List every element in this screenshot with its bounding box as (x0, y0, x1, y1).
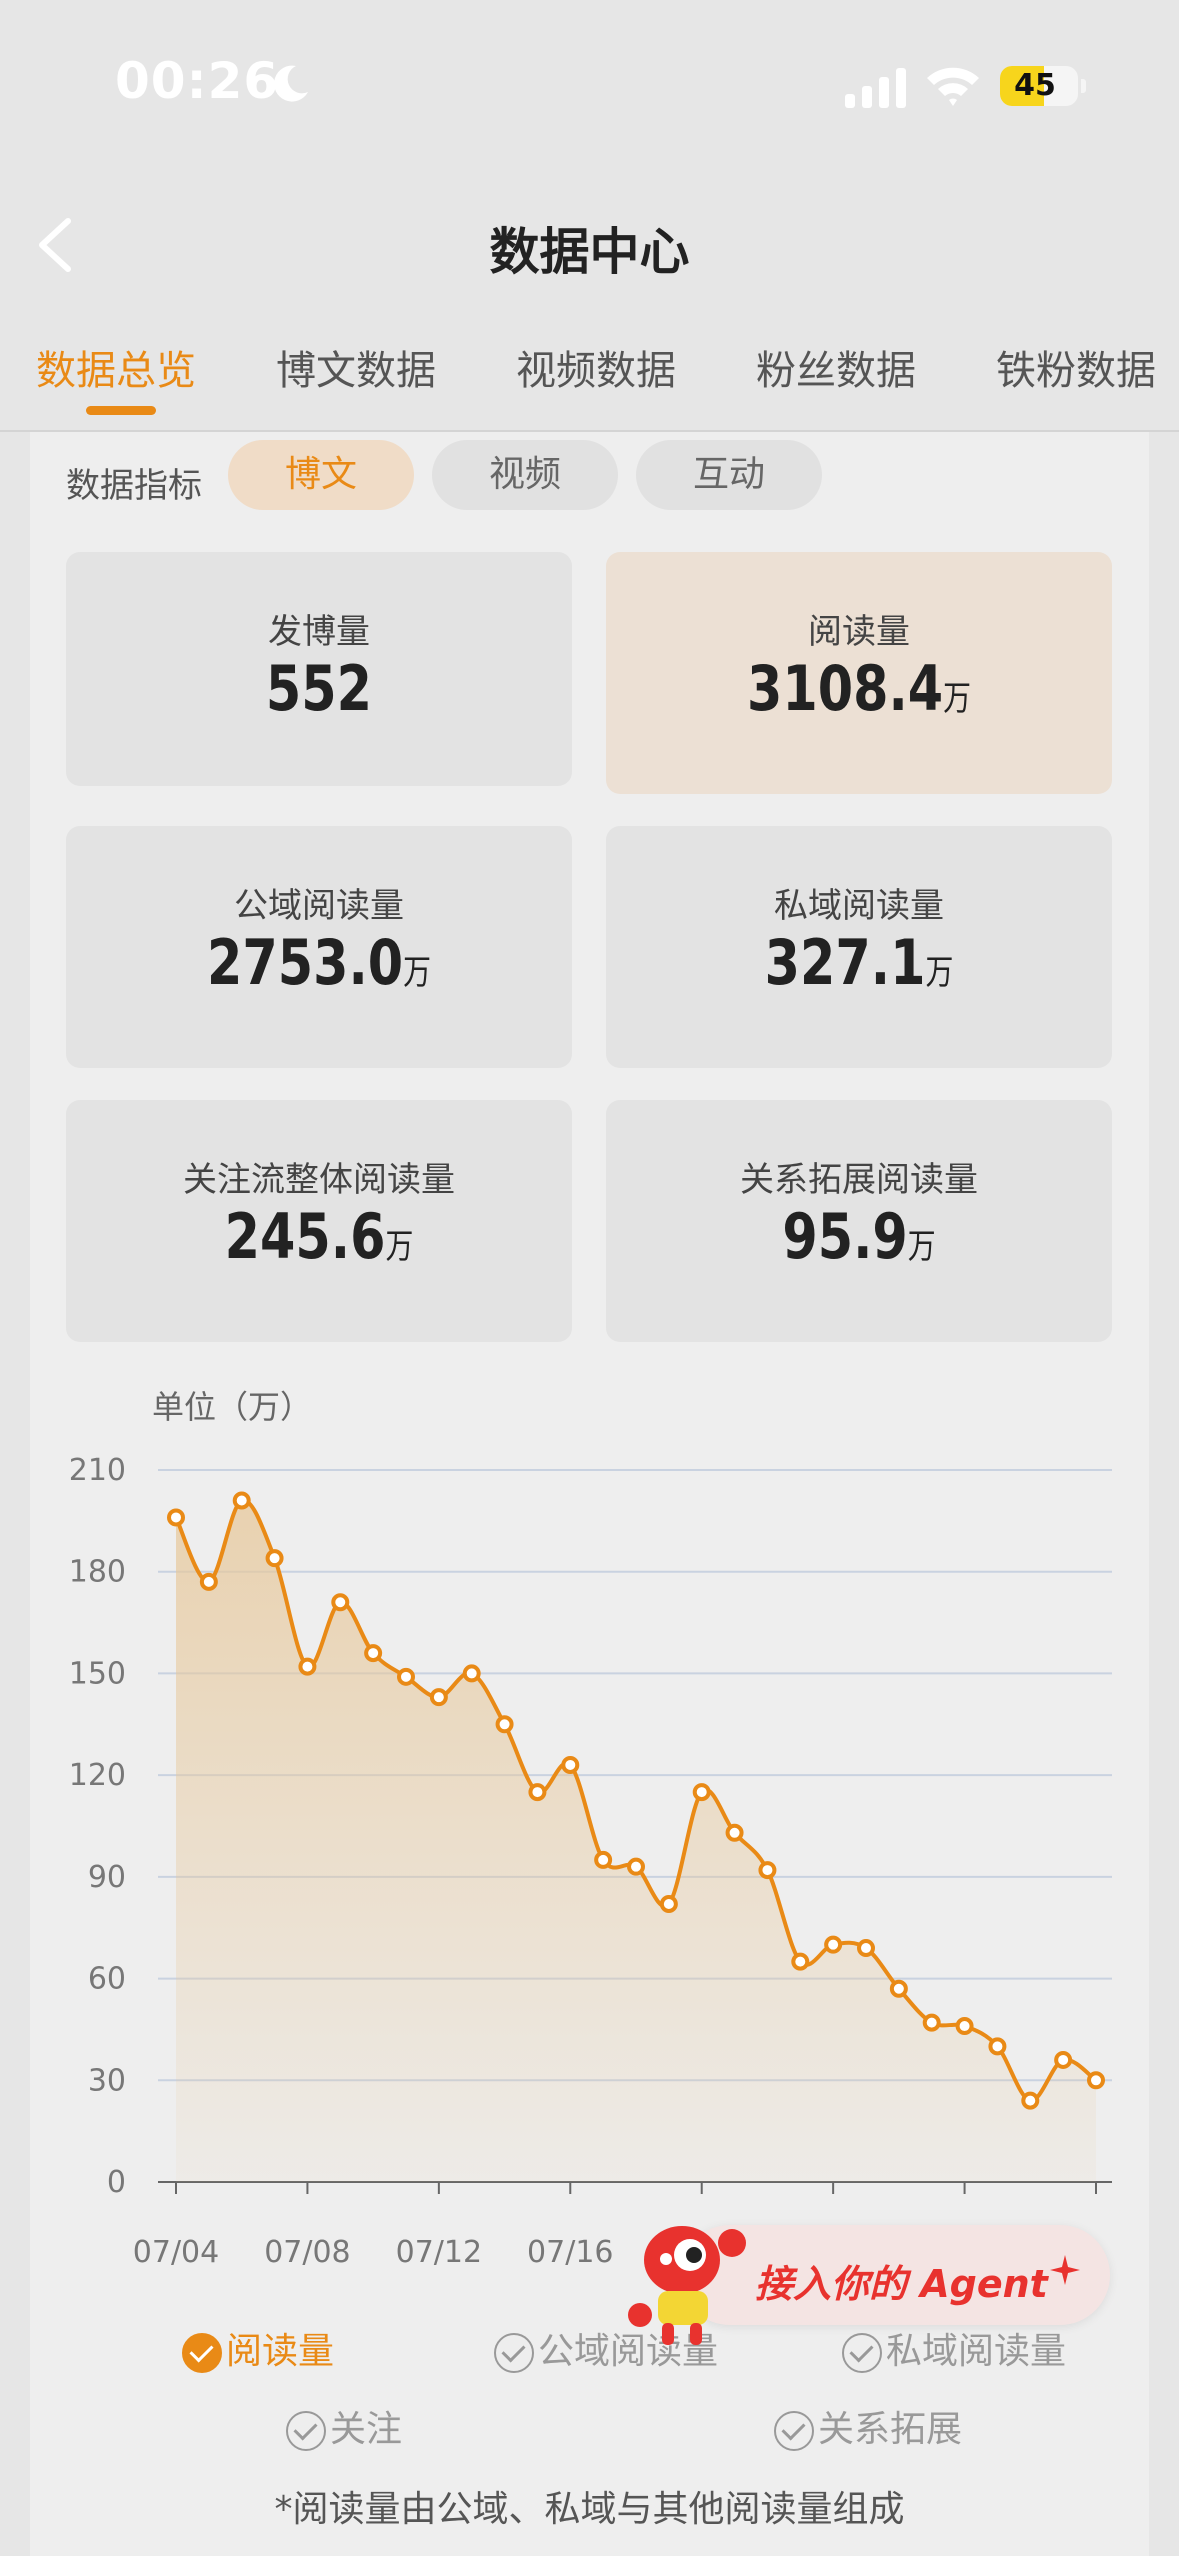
chart-y-axis: 0 30 60 90 120 150 180 210 (69, 1453, 126, 2200)
battery-indicator: 45 (1000, 66, 1086, 106)
legend-follow[interactable]: 关注 (286, 2400, 402, 2452)
chart-data-point[interactable] (232, 1491, 251, 1510)
x-tick-label: 07/08 (264, 2235, 350, 2270)
footnote: *阅读量由公域、私域与其他阅读量组成 (274, 2489, 905, 2530)
y-tick-label: 30 (88, 2063, 126, 2098)
y-tick-label: 120 (69, 1758, 126, 1793)
chart-data-point[interactable] (167, 1508, 185, 1527)
stat-card-value: 552 (265, 652, 373, 725)
y-tick-label: 0 (107, 2165, 126, 2200)
chart-data-point[interactable] (364, 1644, 383, 1663)
chart-data-point[interactable] (528, 1783, 547, 1802)
checkbox-icon (494, 2333, 534, 2373)
stat-card-label: 阅读量 (808, 612, 910, 652)
legend-relation[interactable]: 关系拓展 (774, 2400, 962, 2452)
y-tick-label: 180 (69, 1555, 126, 1590)
stat-card-label: 公域阅读量 (234, 886, 404, 926)
chart-data-point[interactable] (988, 2037, 1007, 2056)
chart-data-point[interactable] (857, 1939, 875, 1958)
chart-data-point[interactable] (1087, 2071, 1105, 2090)
chart-data-point[interactable] (1054, 2050, 1073, 2069)
chart-data-point[interactable] (659, 1894, 678, 1913)
y-tick-label: 90 (88, 1860, 126, 1895)
stat-card-public-reads[interactable]: 公域阅读量 2753.0万 (66, 826, 572, 1068)
tab-fans-data[interactable]: 粉丝数据 (756, 338, 916, 396)
checkbox-icon (774, 2411, 814, 2451)
stat-card-posts[interactable]: 发博量 552 (66, 552, 572, 786)
status-time: 00:26 (115, 52, 280, 110)
chart-data-point[interactable] (955, 2017, 974, 2036)
chart-unit-label: 单位（万） (152, 1388, 312, 1426)
chart-data-point[interactable] (495, 1715, 514, 1734)
chart-data-point[interactable] (462, 1664, 481, 1683)
chart-data-point[interactable] (397, 1667, 415, 1686)
stat-card-follow-feed-reads[interactable]: 关注流整体阅读量 245.6万 (66, 1100, 572, 1342)
x-tick-label: 07/12 (396, 2235, 482, 2270)
status-bar: 00:26 45 (0, 0, 1179, 170)
chip-interaction[interactable]: 互动 (636, 440, 822, 510)
chart-data-point[interactable] (331, 1593, 350, 1612)
stat-card-relation-reads[interactable]: 关系拓展阅读量 95.9万 (606, 1100, 1112, 1342)
chart-data-point[interactable] (725, 1823, 744, 1842)
checkbox-icon (842, 2333, 882, 2373)
reads-trend-chart: 单位（万） 0 30 60 90 120 150 180 210 07/04 07/08 07/1… (69, 1388, 1112, 2270)
stat-card-value: 2753.0万 (206, 926, 432, 999)
stat-card-label: 关系拓展阅读量 (740, 1160, 978, 1200)
checkbox-icon (182, 2333, 222, 2373)
tab-post-data[interactable]: 博文数据 (276, 338, 436, 396)
y-tick-label: 60 (88, 1962, 126, 1997)
mascot-icon (628, 2226, 746, 2345)
nav-bar: 数据中心 (0, 190, 1179, 300)
stat-card-reads[interactable]: 阅读量 3108.4万 (606, 552, 1112, 794)
chart-data-point[interactable] (199, 1572, 218, 1591)
sparkle-icon (1050, 2255, 1080, 2285)
tab-overview[interactable]: 数据总览 (36, 338, 196, 396)
stat-card-private-reads[interactable]: 私域阅读量 327.1万 (606, 826, 1112, 1068)
stat-card-label: 关注流整体阅读量 (183, 1160, 455, 1200)
metric-filter-label: 数据指标 (66, 466, 202, 506)
y-tick-label: 210 (69, 1453, 126, 1488)
tab-iron-fans-data[interactable]: 铁粉数据 (996, 338, 1156, 396)
chart-area-fill (176, 1500, 1096, 2182)
chart-data-point[interactable] (889, 1979, 908, 1998)
stat-card-value: 3108.4万 (746, 652, 972, 725)
chart-data-point[interactable] (922, 2013, 941, 2032)
x-tick-label: 07/04 (133, 2235, 219, 2270)
chart-data-point[interactable] (791, 1952, 810, 1971)
legend-reads[interactable]: 阅读量 (182, 2322, 334, 2374)
chart-data-point[interactable] (758, 1861, 777, 1880)
chart-data-point[interactable] (265, 1549, 284, 1568)
x-tick-label: 07/16 (527, 2235, 613, 2270)
chart-data-point[interactable] (594, 1850, 613, 1869)
chip-video[interactable]: 视频 (432, 440, 618, 510)
chart-data-point[interactable] (561, 1755, 580, 1774)
tab-bar: 数据总览 博文数据 视频数据 粉丝数据 铁粉数据 (0, 330, 1179, 432)
checkbox-icon (286, 2411, 326, 2451)
stat-card-label: 发博量 (268, 612, 370, 652)
chart-data-point[interactable] (824, 1935, 843, 1954)
chart-data-point[interactable] (692, 1783, 711, 1802)
chart-data-point[interactable] (627, 1857, 645, 1876)
y-tick-label: 150 (69, 1656, 126, 1691)
cellular-signal-icon (845, 68, 906, 108)
stat-card-value: 245.6万 (224, 1200, 414, 1273)
moon-icon (274, 65, 308, 102)
page-title: 数据中心 (489, 223, 690, 281)
stat-card-value: 95.9万 (782, 1200, 936, 1273)
tab-video-data[interactable]: 视频数据 (516, 338, 676, 396)
chart-data-point[interactable] (298, 1657, 317, 1676)
battery-level: 45 (1014, 68, 1056, 103)
chart-data-point[interactable] (1021, 2091, 1040, 2110)
chip-posts[interactable]: 博文 (228, 440, 414, 510)
wifi-icon (927, 67, 979, 106)
stat-card-value: 327.1万 (764, 926, 954, 999)
agent-floating-button[interactable]: 接入你的 Agent (620, 2205, 1120, 2345)
agent-label: 接入你的 Agent (755, 2262, 1048, 2306)
chart-data-point[interactable] (429, 1688, 448, 1707)
active-tab-indicator (86, 406, 156, 415)
stat-card-label: 私域阅读量 (774, 886, 944, 926)
